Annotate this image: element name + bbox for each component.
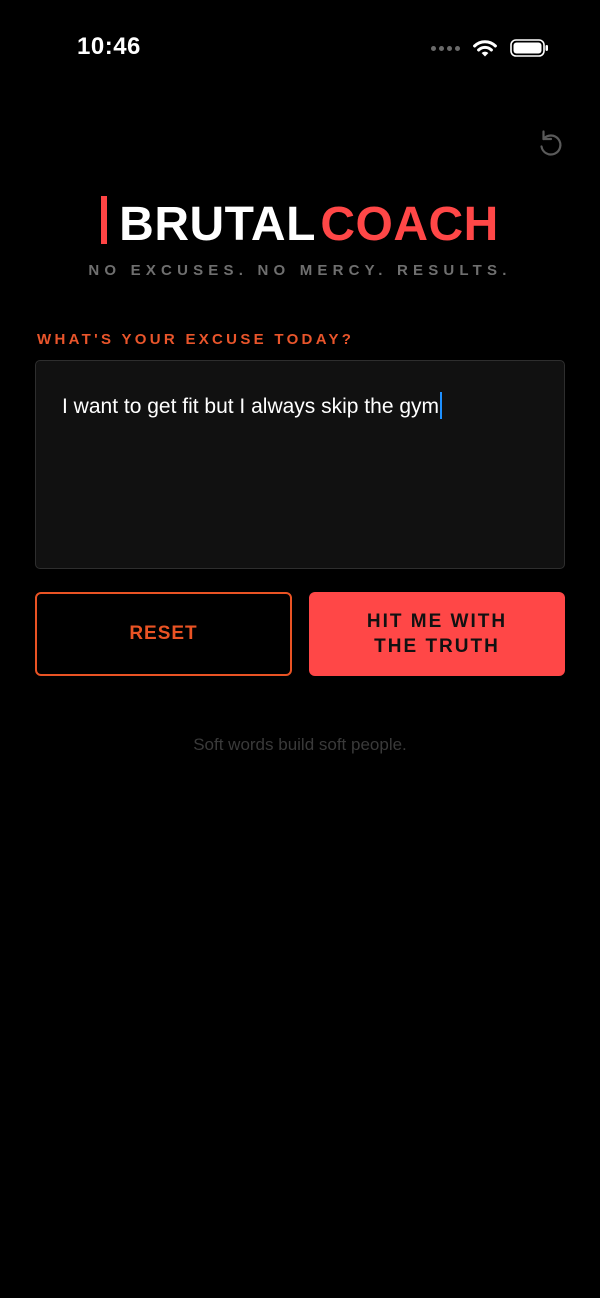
rotate-ccw-icon[interactable] [534,128,566,160]
app-title: BRUTAL COACH [0,196,600,252]
battery-icon [510,39,548,57]
title-accent-bar [101,196,108,244]
title-word-coach: COACH [320,198,499,251]
reset-button-label: RESET [129,623,198,644]
title-word-brutal: BRUTAL [119,198,316,251]
status-time: 10:46 [77,33,141,60]
wifi-icon [473,40,497,57]
tagline: NO EXCUSES. NO MERCY. RESULTS. [88,262,512,279]
excuse-prompt-label: WHAT'S YOUR EXCUSE TODAY? [37,331,355,348]
excuse-input-text: I want to get fit but I always skip the … [62,395,440,418]
signal-dots-icon [431,45,460,51]
text-caret [440,392,443,419]
excuse-input[interactable]: I want to get fit but I always skip the … [35,360,565,569]
reset-button[interactable]: RESET [35,592,292,676]
submit-truth-button[interactable]: HIT ME WITH THE TRUTH [309,592,565,676]
footer-quote: Soft words build soft people. [193,735,407,754]
status-icons [431,36,550,60]
submit-truth-button-label: HIT ME WITH THE TRUTH [366,611,508,657]
